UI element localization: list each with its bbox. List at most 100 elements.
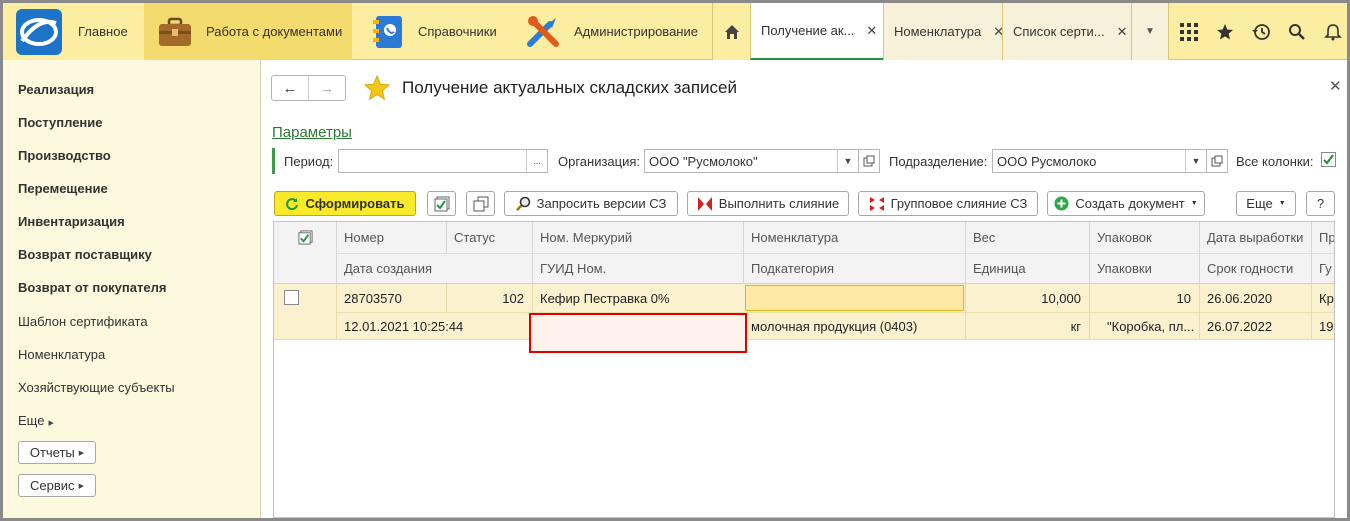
group-merge-icon xyxy=(869,196,885,212)
briefcase-icon xyxy=(159,17,191,46)
col-status[interactable]: Статус xyxy=(446,222,532,253)
col-packages[interactable]: Упаковок xyxy=(1089,222,1199,253)
tab-certificates[interactable]: Список серти... ✕ xyxy=(1002,3,1131,60)
help-button[interactable]: ? xyxy=(1306,191,1335,216)
period-select-button[interactable]: ... xyxy=(526,150,547,172)
col-nomenclature[interactable]: Номенклатура xyxy=(743,222,965,253)
col-mercury-nom[interactable]: Ном. Меркурий xyxy=(532,222,743,253)
col-expiry[interactable]: Срок годности xyxy=(1199,253,1311,284)
sidebar-more[interactable]: Еще ▶ xyxy=(18,413,54,428)
organization-field[interactable]: ООО "Русмолоко" ▼ xyxy=(644,149,859,173)
col-production-date[interactable]: Дата выработки xyxy=(1199,222,1311,253)
reports-button-label: Отчеты xyxy=(29,445,75,460)
close-icon[interactable]: ✕ xyxy=(1329,77,1342,95)
records-table: Номер Статус Ном. Меркурий Номенклатура … xyxy=(273,221,1335,518)
create-document-button[interactable]: Создать документ ▼ xyxy=(1047,191,1205,216)
highlighted-cell-guid[interactable] xyxy=(529,313,747,353)
more-button[interactable]: Еще ▼ xyxy=(1236,191,1296,216)
search-icon xyxy=(515,196,531,211)
col-created[interactable]: Дата создания xyxy=(336,253,532,284)
period-field[interactable]: ... xyxy=(338,149,548,173)
sidebar-item-nomenclature[interactable]: Номенклатура xyxy=(18,347,105,362)
app-window: Главное Работа с документами Справочники xyxy=(0,0,1350,521)
section-documents[interactable]: Работа с документами xyxy=(144,3,352,60)
section-main[interactable]: Главное xyxy=(3,3,144,60)
col-divider xyxy=(1199,222,1200,284)
sidebar-item-business-entities[interactable]: Хозяйствующие субъекты xyxy=(18,380,175,395)
parameters-link[interactable]: Параметры xyxy=(272,124,352,141)
page-title: Получение актуальных складских записей xyxy=(402,78,738,97)
sidebar-item-transfer[interactable]: Перемещение xyxy=(18,181,108,196)
cell-created: 12.01.2021 10:25:44 xyxy=(344,318,464,334)
section-admin[interactable]: Администрирование xyxy=(506,3,711,60)
service-button[interactable]: Сервис ▶ xyxy=(18,474,96,497)
request-versions-button[interactable]: Запросить версии СЗ xyxy=(504,191,678,216)
sidebar-item-certificate-template[interactable]: Шаблон сертификата xyxy=(18,314,148,329)
tab-label: Получение ак... xyxy=(761,23,855,38)
close-icon[interactable]: ✕ xyxy=(1117,24,1128,40)
app-logo-icon xyxy=(16,8,62,55)
copy-button[interactable] xyxy=(466,191,495,216)
favorite-star-icon[interactable] xyxy=(364,75,390,101)
col-packaging[interactable]: Упаковки xyxy=(1089,253,1199,284)
grid-menu-button[interactable] xyxy=(1171,3,1207,60)
generate-button[interactable]: Сформировать xyxy=(274,191,416,216)
department-open-button[interactable] xyxy=(1206,149,1228,173)
sidebar-more-label: Еще xyxy=(18,413,45,428)
tab-home[interactable] xyxy=(712,3,750,60)
select-all-button[interactable] xyxy=(427,191,456,216)
back-button[interactable]: ← xyxy=(272,76,309,100)
department-field[interactable]: ООО Русмолоко ▼ xyxy=(992,149,1207,173)
organization-open-button[interactable] xyxy=(858,149,880,173)
sidebar-item-return-supplier[interactable]: Возврат поставщику xyxy=(18,247,152,262)
tab-nomenclature[interactable]: Номенклатура ✕ xyxy=(883,3,1004,60)
plus-circle-icon xyxy=(1054,196,1069,211)
all-columns-checkbox[interactable] xyxy=(1321,152,1336,167)
cell-number: 28703570 xyxy=(344,290,402,306)
favorites-button[interactable] xyxy=(1207,3,1243,60)
notifications-button[interactable] xyxy=(1315,3,1347,60)
col-gu[interactable]: Гу xyxy=(1311,253,1334,284)
organization-label: Организация: xyxy=(558,154,641,169)
col-guid[interactable]: ГУИД Ном. xyxy=(532,253,743,284)
arrow-right-icon: → xyxy=(319,79,335,97)
open-icon xyxy=(1211,155,1223,167)
cell-pr: Кр xyxy=(1319,290,1334,306)
group-merge-button[interactable]: Групповое слияние СЗ xyxy=(858,191,1038,216)
sidebar-item-sales[interactable]: Реализация xyxy=(18,82,94,97)
col-number[interactable]: Номер xyxy=(336,222,446,253)
col-weight[interactable]: Вес xyxy=(965,222,1089,253)
reports-button[interactable]: Отчеты ▶ xyxy=(18,441,96,464)
chevron-down-icon[interactable]: ▼ xyxy=(837,150,858,172)
check-all-icon xyxy=(434,196,449,211)
generate-label: Сформировать xyxy=(305,196,405,211)
table-row[interactable]: 28703570 102 Кефир Пестравка 0% 10,000 1… xyxy=(274,284,1334,353)
merge-label: Выполнить слияние xyxy=(718,196,840,211)
open-icon xyxy=(863,155,875,167)
close-icon[interactable]: ✕ xyxy=(866,23,877,39)
help-label: ? xyxy=(1316,196,1325,211)
sidebar-item-return-customer[interactable]: Возврат от покупателя xyxy=(18,280,166,295)
merge-button[interactable]: Выполнить слияние xyxy=(687,191,849,216)
selected-cell-nomenclature[interactable] xyxy=(745,285,964,311)
col-unit[interactable]: Единица xyxy=(965,253,1089,284)
search-icon xyxy=(1289,23,1305,40)
section-admin-label: Администрирование xyxy=(574,24,698,39)
chevron-down-icon[interactable]: ▼ xyxy=(1185,150,1206,172)
forward-button[interactable]: → xyxy=(309,76,345,100)
sidebar-item-receipts[interactable]: Поступление xyxy=(18,115,103,130)
tabs-dropdown[interactable]: ▼ xyxy=(1131,3,1169,60)
row-checkbox[interactable] xyxy=(284,290,299,305)
tab-stock-records[interactable]: Получение ак... ✕ xyxy=(750,3,883,60)
triangle-right-icon: ▶ xyxy=(78,449,85,457)
section-references[interactable]: Справочники xyxy=(352,3,506,60)
sidebar-item-production[interactable]: Производство xyxy=(18,148,111,163)
sidebar-item-inventory[interactable]: Инвентаризация xyxy=(18,214,125,229)
header-select-all[interactable] xyxy=(274,222,336,253)
cell-mercury-nom: Кефир Пестравка 0% xyxy=(540,290,670,306)
history-button[interactable] xyxy=(1243,3,1279,60)
col-pr[interactable]: Пр xyxy=(1311,222,1334,253)
open-tabs: Получение ак... ✕ Номенклатура ✕ Список … xyxy=(712,3,1169,60)
search-button[interactable] xyxy=(1279,3,1315,60)
col-subcategory[interactable]: Подкатегория xyxy=(743,253,965,284)
